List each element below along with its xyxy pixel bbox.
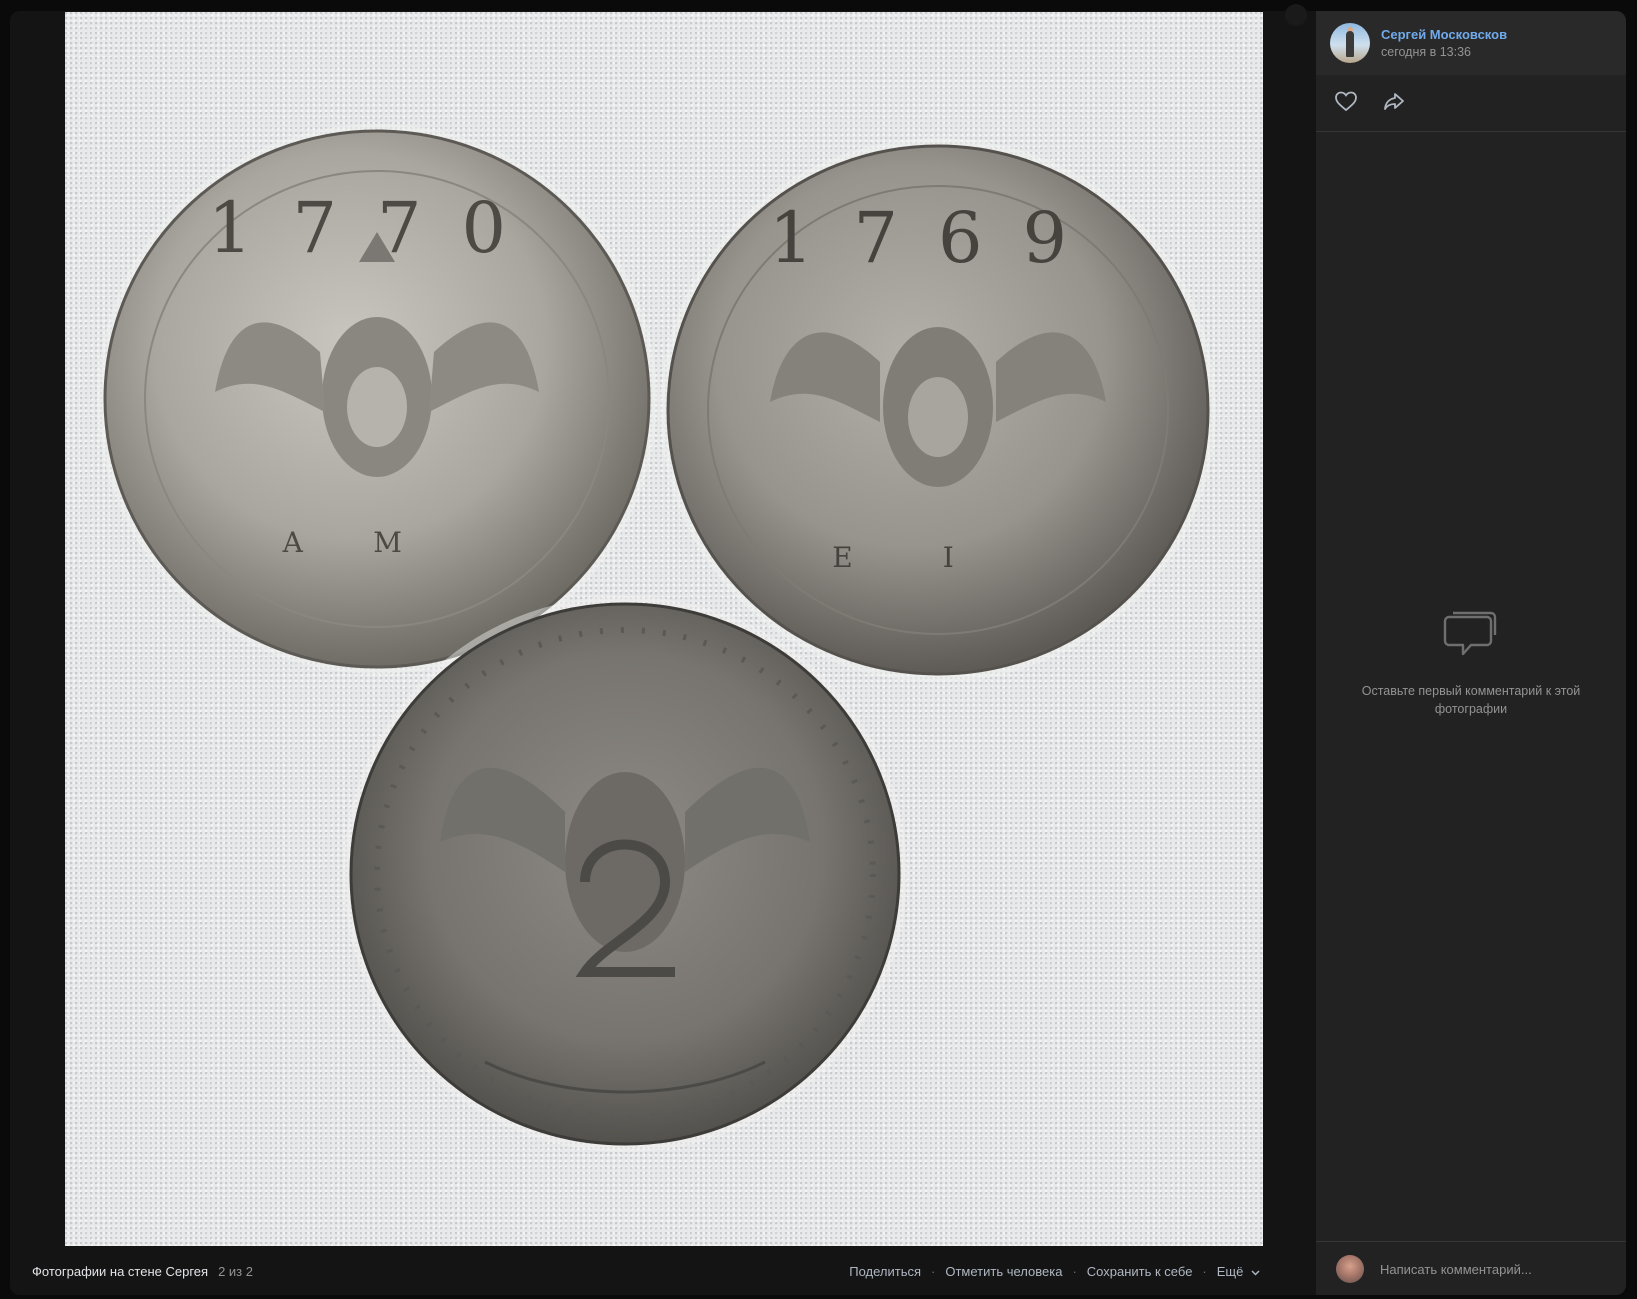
comment-bar <box>1316 1241 1626 1295</box>
chevron-down-icon <box>1251 1268 1260 1279</box>
speech-bubbles-icon <box>1443 611 1499 666</box>
separator-dot: · <box>931 1263 936 1279</box>
photo-sidebar: Сергей Московсков сегодня в 13:36 Оставь… <box>1316 11 1626 1295</box>
save-link[interactable]: Сохранить к себе <box>1087 1264 1193 1279</box>
coin-1770-mint: АМ <box>282 526 472 559</box>
photo[interactable]: 1770 АМ 1769 ЕI <box>65 12 1263 1246</box>
author-name[interactable]: Сергей Московсков <box>1381 27 1507 42</box>
more-menu[interactable]: Ещё <box>1217 1264 1260 1279</box>
coins-illustration: 1770 АМ 1769 ЕI <box>97 124 1216 1152</box>
heart-icon <box>1334 90 1358 117</box>
coin-1769: 1769 ЕI <box>660 138 1216 682</box>
empty-comments-text: Оставьте первый комментарий к этой фотог… <box>1361 684 1581 716</box>
post-time[interactable]: сегодня в 13:36 <box>1381 45 1507 59</box>
like-button[interactable] <box>1332 89 1360 117</box>
author-header: Сергей Московсков сегодня в 13:36 <box>1316 11 1626 75</box>
coin-1770: 1770 АМ <box>97 124 657 674</box>
close-area[interactable] <box>1285 4 1307 26</box>
more-label: Ещё <box>1216 1263 1244 1279</box>
empty-comments: Оставьте первый комментарий к этой фотог… <box>1316 611 1626 718</box>
separator-dot: · <box>1202 1263 1207 1279</box>
current-user-avatar <box>1336 1255 1364 1283</box>
photo-actions: Поделиться · Отметить человека · Сохрани… <box>849 1264 1260 1279</box>
photo-area: 1770 АМ 1769 ЕI <box>10 11 1316 1295</box>
coin-1771 <box>343 596 907 1152</box>
coin-1769-mint: ЕI <box>832 541 1044 574</box>
comment-input[interactable] <box>1378 1260 1612 1278</box>
photo-viewer: 1770 АМ 1769 ЕI Фотографии на стене Серг… <box>10 11 1626 1295</box>
album-title[interactable]: Фотографии на стене Сергея <box>32 1264 208 1279</box>
reactions-bar <box>1316 75 1626 132</box>
photo-bottom-bar: Фотографии на стене Сергея 2 из 2 Подели… <box>10 1247 1316 1295</box>
share-link[interactable]: Поделиться <box>849 1264 921 1279</box>
separator-dot: · <box>1072 1263 1077 1279</box>
share-arrow-icon <box>1382 90 1406 117</box>
tag-person-link[interactable]: Отметить человека <box>945 1264 1062 1279</box>
share-button[interactable] <box>1380 89 1408 117</box>
photo-counter: 2 из 2 <box>218 1263 253 1279</box>
coin-1769-year: 1769 <box>769 197 1107 279</box>
author-avatar[interactable] <box>1330 23 1370 63</box>
